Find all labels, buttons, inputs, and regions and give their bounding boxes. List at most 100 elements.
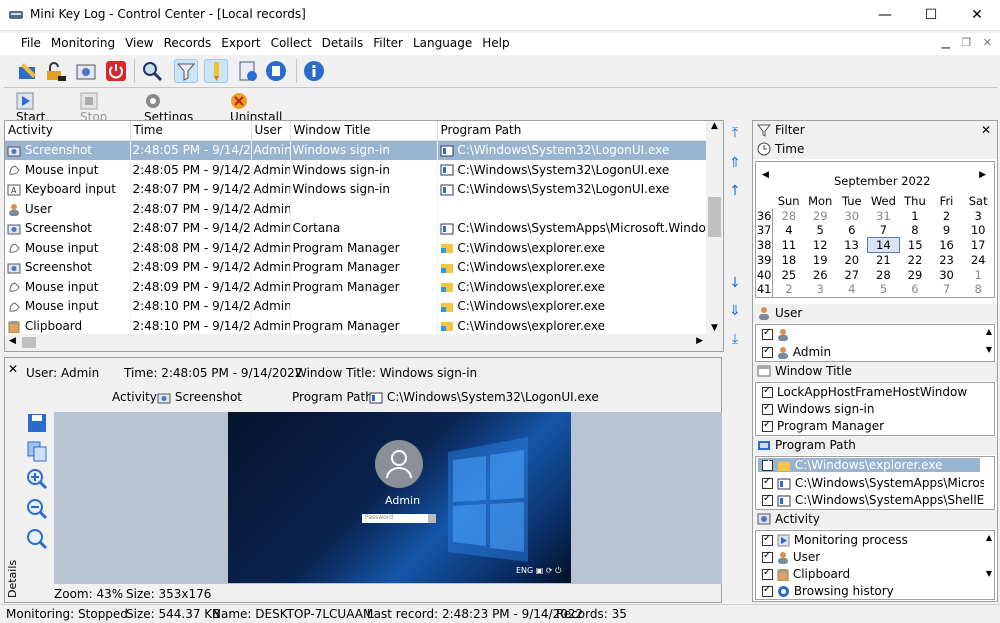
calendar-day[interactable]: 13 [836,238,868,253]
col-program-path[interactable]: Program Path [437,121,708,141]
calendar-day[interactable]: 2 [931,209,963,224]
menu-export[interactable]: Export [216,33,265,50]
calendar-day[interactable]: 20 [836,253,868,268]
prev-record-icon[interactable]: ↑ [726,182,744,200]
activity-item-3[interactable]: Clipboard [762,567,850,581]
zoom-out-icon[interactable] [26,498,48,523]
grid-vscroll[interactable]: ▲ ▼ [706,121,723,335]
path-item-1[interactable]: C:\Windows\explorer.exe [758,458,980,472]
export-icon[interactable] [236,59,260,83]
calendar-day[interactable]: 28 [773,209,805,224]
user-list[interactable]: Admin ▲▼ [755,324,995,362]
path-list[interactable]: C:\Windows\explorer.exe C:\Windows\Syste… [755,456,995,510]
calendar-day[interactable]: 8 [962,282,994,297]
activity-list[interactable]: Monitoring process User Clipboard Browsi… [755,530,995,600]
calendar-day[interactable]: 6 [836,223,868,238]
user-item-2[interactable]: Admin [762,345,831,359]
calendar-prev-icon[interactable]: ◀ [762,170,769,180]
col-window-title[interactable]: Window Title [290,121,438,141]
page-down-icon[interactable]: ⇓ [726,302,744,320]
calendar-day[interactable]: 29 [804,209,836,224]
calendar-day[interactable]: 28 [868,267,900,282]
page-up-icon[interactable]: ⇑ [726,154,744,172]
calendar-day[interactable]: 18 [773,253,805,268]
marker-icon[interactable] [204,59,228,83]
calendar-day[interactable]: 24 [962,253,994,268]
log-icon[interactable] [16,59,40,83]
window-list[interactable]: LockAppHostFrameHostWindow Windows sign-… [755,382,995,436]
calendar-day[interactable]: 21 [868,253,900,268]
table-row[interactable]: Mouse input 2:48:10 PM - 9/14/2022Admin C… [5,296,708,316]
window-item-1[interactable]: LockAppHostFrameHostWindow [762,385,967,399]
calendar-day[interactable]: 31 [868,209,900,224]
first-record-icon[interactable]: ⤒ [726,124,744,142]
copy-icon[interactable] [26,440,48,465]
col-activity[interactable]: Activity [5,121,131,141]
menu-help[interactable]: Help [477,33,514,50]
menu-view[interactable]: View [120,33,158,50]
zoom-in-icon[interactable] [26,468,48,493]
calendar-day[interactable]: 10 [962,223,994,238]
table-row[interactable]: Screenshot 2:48:09 PM - 9/14/2022AdminPro… [5,257,708,277]
calendar-day[interactable]: 7 [868,223,900,238]
calendar-day[interactable]: 29 [899,267,931,282]
power-icon[interactable] [104,59,128,83]
menu-collect[interactable]: Collect [266,33,317,50]
path-item-3[interactable]: C:\Windows\SystemApps\ShellExpe [762,493,984,507]
lock-icon[interactable] [44,59,68,83]
calendar-day[interactable]: 16 [931,238,963,253]
calendar-day[interactable]: 6 [899,282,931,297]
menu-records[interactable]: Records [159,33,217,50]
filter-icon[interactable] [174,59,198,83]
calendar-day[interactable]: 8 [899,223,931,238]
menu-filter[interactable]: Filter [368,33,408,50]
table-row[interactable]: Clipboard 2:48:10 PM - 9/14/2022AdminProg… [5,316,708,336]
table-row[interactable]: Mouse input 2:48:05 PM - 9/14/2022AdminWi… [5,160,708,180]
activity-item-1[interactable]: Monitoring process [762,533,908,547]
activity-item-2[interactable]: User [762,550,820,564]
calendar-day[interactable]: 5 [868,282,900,297]
grid-hscroll[interactable]: ◀ ▶ [5,334,723,351]
calendar-day[interactable]: 23 [931,253,963,268]
table-row[interactable]: Mouse input 2:48:08 PM - 9/14/2022AdminPr… [5,238,708,258]
screenshot-icon[interactable] [74,59,98,83]
filter-close-icon[interactable]: ✕ [981,123,991,137]
search-icon[interactable] [140,59,164,83]
zoom-100-icon[interactable] [26,528,48,553]
calendar-day[interactable]: 1 [899,209,931,224]
close-icon[interactable]: ✕ [954,0,1000,31]
calendar-day[interactable]: 5 [804,223,836,238]
col-user[interactable]: User [251,121,291,141]
maximize-icon[interactable]: ☐ [908,0,954,31]
table-row[interactable]: Mouse input 2:48:09 PM - 9/14/2022AdminPr… [5,277,708,297]
records-grid[interactable]: Activity Time User Window Title Program … [4,120,724,352]
calendar-day[interactable]: 11 [773,238,805,253]
mdi-controls[interactable]: ▁ ❐ ✕ [941,36,996,49]
table-row[interactable]: A Keyboard input2:48:07 PM - 9/14/2022Ad… [5,179,708,199]
menu-file[interactable]: File [16,33,46,50]
save-icon[interactable] [26,412,48,437]
user-item-1[interactable] [762,327,789,341]
user-scroll[interactable]: ▲ ▼ [986,327,992,354]
calendar-day[interactable]: 3 [804,282,836,297]
details-close-icon[interactable]: ✕ [8,362,18,376]
last-record-icon[interactable]: ⤓ [726,330,744,348]
menu-language[interactable]: Language [408,33,477,50]
calendar-day[interactable]: 27 [836,267,868,282]
calendar[interactable]: ◀ September 2022 ▶ Sun Mon Tue Wed Thu Fri Sat… [755,161,995,298]
calendar-day[interactable]: 12 [804,238,836,253]
col-time[interactable]: Time [130,121,252,141]
collect-icon[interactable] [264,59,288,83]
menu-details[interactable]: Details [317,33,369,50]
calendar-day[interactable]: 19 [804,253,836,268]
calendar-day[interactable]: 25 [773,267,805,282]
calendar-day[interactable]: 26 [804,267,836,282]
activity-item-4[interactable]: Browsing history [762,584,894,598]
calendar-day[interactable]: 4 [836,282,868,297]
table-row[interactable]: Screenshot 2:48:05 PM - 9/14/2022AdminWin… [5,140,708,160]
calendar-day[interactable]: 2 [773,282,805,297]
calendar-day[interactable]: 7 [931,282,963,297]
window-item-3[interactable]: Program Manager [762,419,884,433]
window-item-2[interactable]: Windows sign-in [762,402,874,416]
calendar-day[interactable]: 30 [931,267,963,282]
